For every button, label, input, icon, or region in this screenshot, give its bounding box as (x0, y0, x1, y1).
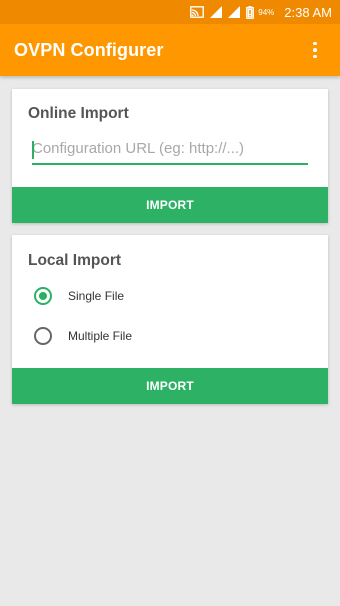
local-import-card: Local Import Single File Multiple File I… (12, 235, 328, 404)
configuration-url-input[interactable] (32, 135, 308, 165)
app-title: OVPN Configurer (14, 39, 164, 60)
cast-icon (190, 6, 205, 18)
text-cursor (32, 141, 34, 159)
app-bar: OVPN Configurer (0, 24, 340, 76)
multiple-file-label: Multiple File (68, 329, 133, 343)
radio-selected-icon[interactable] (34, 287, 52, 305)
multiple-file-option[interactable]: Multiple File (34, 327, 132, 345)
online-import-button[interactable]: IMPORT (12, 187, 328, 223)
status-bar: 94% 2:38 AM (0, 0, 340, 24)
single-file-label: Single File (68, 289, 125, 303)
local-import-button[interactable]: IMPORT (12, 368, 328, 404)
online-import-card: Online Import IMPORT (12, 89, 328, 223)
overflow-menu-icon[interactable] (304, 35, 326, 65)
single-file-option[interactable]: Single File (34, 287, 124, 305)
battery-icon (246, 5, 255, 19)
online-import-title: Online Import (28, 105, 129, 122)
battery-percent: 94% (258, 7, 275, 17)
signal-icon (228, 6, 241, 18)
radio-unselected-icon[interactable] (34, 327, 52, 345)
signal-icon (210, 6, 223, 18)
clock: 2:38 AM (284, 4, 332, 20)
local-import-title: Local Import (28, 252, 122, 269)
